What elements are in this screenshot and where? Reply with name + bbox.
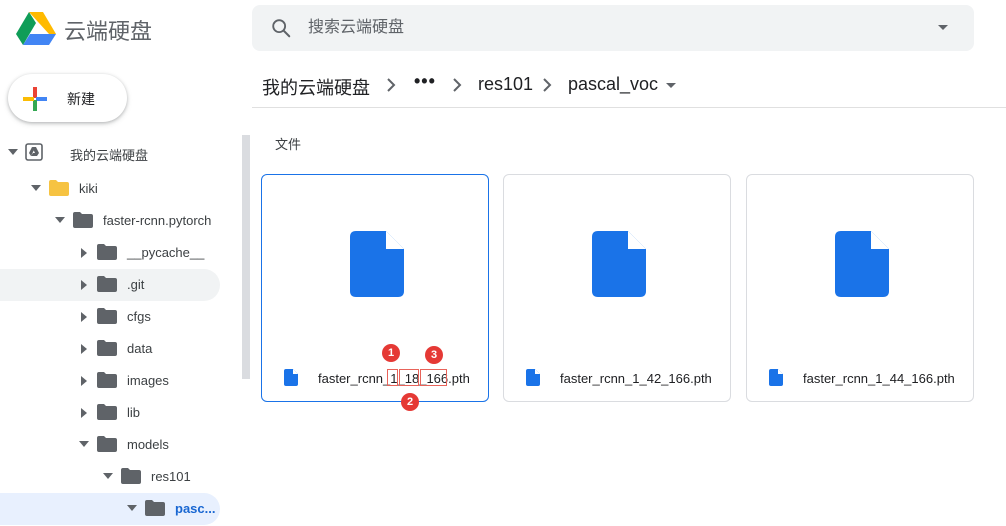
annotation-badge: 1 [382,344,400,362]
folder-icon [73,212,93,228]
file-type-icon [284,369,298,386]
breadcrumb-item-pascal-voc[interactable]: pascal_voc [568,74,658,95]
tree-item-label: lib [127,405,141,420]
chevron-right-icon [543,78,552,92]
tree-item-label: 我的云端硬盘 [70,148,149,163]
tree-item-pascal-voc[interactable]: pasc... [0,493,220,525]
tree-item-lib[interactable]: lib [0,397,220,429]
file-card[interactable]: faster_rcnn_1_42_166.pth [503,174,731,402]
header-divider [252,107,1006,108]
folder-icon [97,340,117,356]
folder-icon [97,244,117,260]
expand-arrow-icon[interactable] [31,185,41,191]
collapse-arrow-icon[interactable] [81,408,87,418]
search-bar[interactable] [252,5,974,51]
folder-icon [97,436,117,452]
tree-item-label: cfgs [127,309,151,324]
file-name-part: .pth [448,371,470,386]
breadcrumb: 我的云端硬盘 ••• res101 pascal_voc [262,62,1006,108]
collapse-arrow-icon[interactable] [81,248,87,258]
folder-icon [145,500,165,516]
tree-item-res101[interactable]: res101 [0,461,220,493]
tree-item-label: .git [127,277,145,292]
file-icon [592,231,646,297]
plus-icon [23,87,47,111]
file-name-part: faster_rcnn_ [318,371,391,386]
tree-item-label: images [127,373,169,388]
files-section-title: 文件 [275,137,302,152]
breadcrumb-root[interactable]: 我的云端硬盘 [262,74,370,100]
expand-arrow-icon[interactable] [79,441,89,447]
tree-item-pycache[interactable]: __pycache__ [0,237,220,269]
tree-item-label: kiki [79,181,98,196]
file-card[interactable]: faster_rcnn_1_18_166.pth [261,174,489,402]
tree-item-faster-rcnn-pytorch[interactable]: faster-rcnn.pytorch [0,205,220,237]
tree-item-label: data [127,341,153,356]
expand-arrow-icon[interactable] [127,505,137,511]
annotation-box [399,369,419,386]
tree-item-git[interactable]: .git [0,269,220,301]
tree-item-cfgs[interactable]: cfgs [0,301,220,333]
folder-icon [97,276,117,292]
sidebar-scrollbar[interactable] [242,135,250,379]
breadcrumb-item-res101[interactable]: res101 [478,74,533,95]
chevron-right-icon [387,78,396,92]
my-drive-icon [25,143,43,161]
new-button[interactable]: 新建 [8,74,127,122]
search-icon[interactable] [270,17,292,39]
expand-arrow-icon[interactable] [55,217,65,223]
file-icon [835,231,889,297]
tree-item-label: pasc... [175,501,216,516]
annotation-badge: 3 [425,346,443,364]
tree-item-images[interactable]: images [0,365,220,397]
search-input[interactable] [308,17,908,39]
new-button-label: 新建 [67,91,95,107]
chevron-right-icon [453,78,462,92]
folder-icon [49,180,69,196]
annotation-box [387,369,398,386]
annotation-box [420,369,447,386]
tree-item-my-drive[interactable]: 我的云端硬盘 [0,137,220,169]
file-name: faster_rcnn_1_42_166.pth [560,371,712,386]
tree-item-label: faster-rcnn.pytorch [103,213,212,228]
folder-menu-dropdown-icon[interactable] [666,83,676,88]
expand-arrow-icon[interactable] [103,473,113,479]
tree-item-models[interactable]: models [0,429,220,461]
collapse-arrow-icon[interactable] [81,280,87,290]
folder-icon [97,372,117,388]
collapse-arrow-icon[interactable] [81,312,87,322]
folder-tree: 我的云端硬盘 kiki faster-rcnn.pytorch __pycach… [0,137,236,526]
tree-item-label: models [127,437,169,452]
folder-icon [97,404,117,420]
expand-arrow-icon[interactable] [8,149,18,155]
file-type-icon [526,369,540,386]
folder-icon [97,308,117,324]
breadcrumb-more-button[interactable]: ••• [414,71,436,92]
tree-item-kiki[interactable]: kiki [0,173,220,205]
tree-item-label: __pycache__ [127,245,205,260]
drive-logo-icon[interactable] [16,10,56,46]
tree-item-data[interactable]: data [0,333,220,365]
file-type-icon [769,369,783,386]
collapse-arrow-icon[interactable] [81,376,87,386]
tree-item-label: res101 [151,469,191,484]
folder-icon [121,468,141,484]
annotation-badge: 2 [401,393,419,411]
file-card[interactable]: faster_rcnn_1_44_166.pth [746,174,974,402]
app-title: 云端硬盘 [64,19,153,44]
search-options-icon[interactable] [938,25,948,30]
file-name: faster_rcnn_1_44_166.pth [803,371,955,386]
file-icon [350,231,404,297]
collapse-arrow-icon[interactable] [81,344,87,354]
app-header: 云端硬盘 [0,0,1006,58]
